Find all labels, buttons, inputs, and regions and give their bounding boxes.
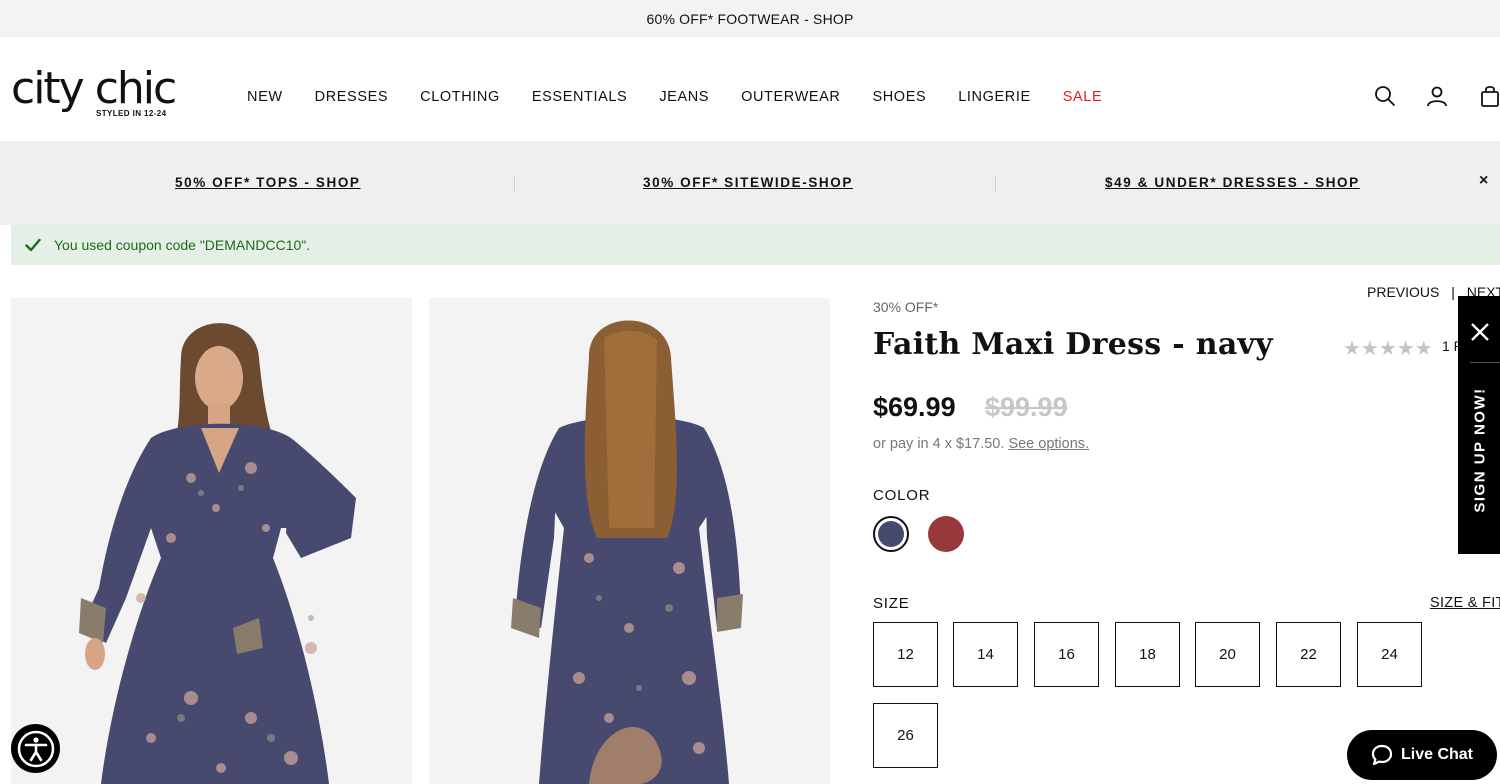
nav-item-essentials[interactable]: ESSENTIALS <box>532 89 627 105</box>
site-header: city chic STYLED IN 12-24 NEW DRESSES CL… <box>0 37 1500 141</box>
pay-later-installments: or pay in 4 x $17.50. <box>873 436 1005 452</box>
size-option[interactable]: 22 <box>1276 622 1341 687</box>
coupon-message: You used coupon code "DEMANDCC10". <box>54 237 311 253</box>
product-image-front[interactable] <box>11 298 412 784</box>
close-icon[interactable] <box>1468 320 1492 344</box>
logo-tagline: STYLED IN 12-24 <box>96 109 167 118</box>
signup-label[interactable]: SIGN UP NOW! <box>1472 387 1489 512</box>
check-icon <box>25 238 41 252</box>
promo-link-tops[interactable]: 50% OFF* TOPS - SHOP <box>175 175 361 190</box>
nav-item-sale[interactable]: SALE <box>1063 89 1102 105</box>
promo-divider <box>514 175 515 193</box>
nav-item-jeans[interactable]: JEANS <box>659 89 709 105</box>
size-option[interactable]: 24 <box>1357 622 1422 687</box>
announcement-bar[interactable]: 60% OFF* FOOTWEAR - SHOP <box>0 0 1500 37</box>
swatch-fill <box>878 521 904 547</box>
sale-price: $69.99 <box>873 392 956 422</box>
original-price: $99.99 <box>985 392 1068 422</box>
live-chat-button[interactable]: Live Chat <box>1347 730 1497 780</box>
size-option[interactable]: 20 <box>1195 622 1260 687</box>
nav-item-new[interactable]: NEW <box>247 89 283 105</box>
nav-item-shoes[interactable]: SHOES <box>872 89 926 105</box>
product-image-back[interactable] <box>429 298 830 784</box>
nav-item-lingerie[interactable]: LINGERIE <box>958 89 1031 105</box>
pager-separator: | <box>1451 284 1455 300</box>
size-label: SIZE <box>873 595 910 612</box>
coupon-notice: You used coupon code "DEMANDCC10". <box>11 225 1500 265</box>
promo-link-dresses[interactable]: $49 & UNDER* DRESSES - SHOP <box>1105 175 1360 190</box>
offer-label: 30% OFF* <box>873 299 939 315</box>
promo-bar: 50% OFF* TOPS - SHOP 30% OFF* SITEWIDE-S… <box>0 141 1500 225</box>
promo-link-sitewide[interactable]: 30% OFF* SITEWIDE-SHOP <box>643 175 853 190</box>
previous-link[interactable]: PREVIOUS <box>1367 284 1439 300</box>
live-chat-label: Live Chat <box>1400 746 1473 763</box>
pay-later-text: or pay in 4 x $17.50. See options. <box>873 436 1089 452</box>
nav-item-dresses[interactable]: DRESSES <box>315 89 389 105</box>
product-title: Faith Maxi Dress - navy <box>873 327 1274 362</box>
nav-item-clothing[interactable]: CLOTHING <box>420 89 500 105</box>
size-option[interactable]: 26 <box>873 703 938 768</box>
account-icon[interactable] <box>1425 84 1449 108</box>
color-swatch-navy[interactable] <box>873 516 909 552</box>
logo-text: city chic <box>11 63 177 114</box>
rating-stars[interactable]: ★★★★★ <box>1343 336 1433 361</box>
see-options-link[interactable]: See options. <box>1008 436 1089 452</box>
accessibility-icon <box>17 730 54 767</box>
size-option[interactable]: 16 <box>1034 622 1099 687</box>
color-label: COLOR <box>873 487 931 504</box>
size-option[interactable]: 18 <box>1115 622 1180 687</box>
size-fit-link[interactable]: SIZE & FIT <box>1430 595 1500 611</box>
search-icon[interactable] <box>1373 84 1397 108</box>
size-option[interactable]: 14 <box>953 622 1018 687</box>
promo-divider <box>995 175 996 193</box>
main-nav: NEW DRESSES CLOTHING ESSENTIALS JEANS OU… <box>247 89 1134 105</box>
color-swatch-red[interactable] <box>928 516 964 552</box>
nav-item-outerwear[interactable]: OUTERWEAR <box>741 89 840 105</box>
size-option[interactable]: 12 <box>873 622 938 687</box>
announcement-text[interactable]: 60% OFF* FOOTWEAR - SHOP <box>646 11 853 27</box>
logo[interactable]: city chic STYLED IN 12-24 <box>11 67 181 121</box>
accessibility-button[interactable] <box>11 724 60 773</box>
close-icon[interactable]: × <box>1479 172 1488 190</box>
chat-bubble-icon <box>1371 744 1393 766</box>
dress-front-image <box>11 298 412 784</box>
signup-divider <box>1470 362 1500 363</box>
dress-back-image <box>429 298 830 784</box>
signup-tab[interactable]: SIGN UP NOW! <box>1458 296 1500 554</box>
bag-icon[interactable] <box>1478 84 1500 108</box>
